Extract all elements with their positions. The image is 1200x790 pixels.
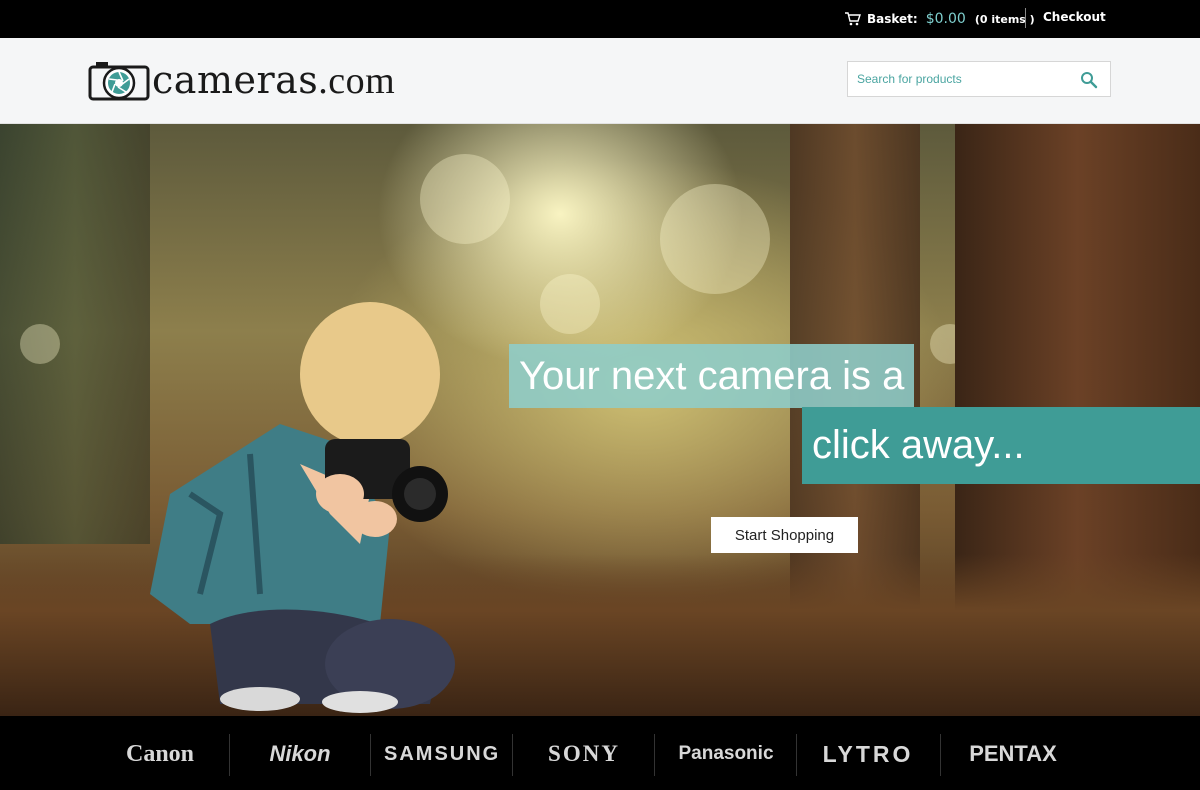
brand-sony[interactable]: SONY	[530, 738, 638, 770]
basket-summary[interactable]: Basket: $0.00 (0 items )	[845, 10, 1035, 28]
hero-bokeh	[420, 154, 510, 244]
brand-samsung[interactable]: SAMSUNG	[384, 738, 500, 770]
cart-icon	[845, 12, 861, 26]
brand-divider	[370, 734, 371, 776]
brand-panasonic[interactable]: Panasonic	[670, 738, 782, 770]
top-bar: Basket: $0.00 (0 items ) Checkout	[0, 0, 1200, 38]
brand-nikon[interactable]: Nikon	[248, 738, 352, 770]
basket-amount: $0.00	[925, 11, 966, 27]
camera-aperture-icon	[88, 61, 150, 100]
search-input[interactable]	[848, 62, 1068, 96]
hero-headline-line-1: Your next camera is a	[509, 344, 915, 408]
brand-divider	[654, 734, 655, 776]
topbar-divider	[1025, 8, 1026, 28]
logo-tld: .com	[318, 60, 396, 102]
logo-wordmark: cameras.com	[152, 58, 395, 103]
hero-bokeh	[540, 274, 600, 334]
brand-bar: Canon Nikon SAMSUNG SONY Panasonic LYTRO…	[0, 716, 1200, 790]
brand-divider	[940, 734, 941, 776]
site-header: cameras.com	[0, 38, 1200, 124]
start-shopping-button[interactable]: Start Shopping	[711, 517, 858, 553]
brand-divider	[512, 734, 513, 776]
hero-bokeh	[660, 184, 770, 294]
logo-name: cameras	[152, 58, 319, 102]
brand-divider	[229, 734, 230, 776]
site-logo[interactable]: cameras.com	[88, 58, 395, 103]
brand-canon[interactable]: Canon	[108, 738, 212, 770]
hero-headline-line-2: click away...	[802, 407, 1200, 484]
checkout-link[interactable]: Checkout	[1043, 10, 1106, 24]
hero-bokeh	[20, 324, 60, 364]
hero-banner: Your next camera is a click away... Star…	[0, 124, 1200, 716]
brand-lytro[interactable]: LYTRO	[818, 738, 918, 770]
brand-divider	[796, 734, 797, 776]
brand-pentax[interactable]: PENTAX	[958, 738, 1068, 770]
hero-photo-subject	[150, 302, 455, 713]
search-box	[847, 61, 1111, 97]
search-icon[interactable]	[1080, 71, 1098, 89]
basket-label: Basket:	[867, 12, 918, 26]
